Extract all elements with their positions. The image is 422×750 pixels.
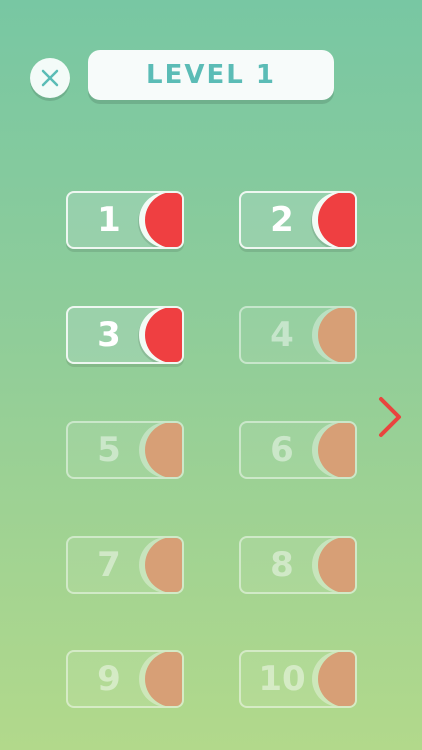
level-number: 4 [270, 315, 294, 355]
level-title-banner: LEVEL 1 [88, 50, 334, 100]
next-page-button[interactable] [375, 395, 405, 439]
level-title: LEVEL 1 [146, 60, 276, 90]
level-button-2[interactable]: 2 [239, 191, 357, 249]
level-status-indicator [145, 423, 182, 477]
level-status-indicator [318, 193, 355, 247]
level-button-5[interactable]: 5 [66, 421, 184, 479]
level-button-6[interactable]: 6 [239, 421, 357, 479]
level-status-indicator [145, 652, 182, 706]
level-button-1[interactable]: 1 [66, 191, 184, 249]
level-button-7[interactable]: 7 [66, 536, 184, 594]
close-button[interactable] [30, 58, 70, 98]
level-button-10[interactable]: 10 [239, 650, 357, 708]
level-number: 2 [270, 200, 294, 240]
level-button-8[interactable]: 8 [239, 536, 357, 594]
level-button-4[interactable]: 4 [239, 306, 357, 364]
close-icon [41, 69, 59, 87]
level-status-indicator [145, 538, 182, 592]
level-number: 10 [258, 659, 306, 699]
level-status-indicator [145, 308, 182, 362]
level-status-indicator [145, 193, 182, 247]
chevron-right-icon [379, 397, 401, 437]
level-number: 3 [97, 315, 121, 355]
level-button-9[interactable]: 9 [66, 650, 184, 708]
level-status-indicator [318, 652, 355, 706]
level-number: 9 [97, 659, 121, 699]
level-status-indicator [318, 423, 355, 477]
level-status-indicator [318, 308, 355, 362]
level-number: 8 [270, 545, 294, 585]
level-number: 7 [97, 545, 121, 585]
level-status-indicator [318, 538, 355, 592]
level-number: 5 [97, 430, 121, 470]
level-button-3[interactable]: 3 [66, 306, 184, 364]
level-number: 1 [97, 200, 121, 240]
level-number: 6 [270, 430, 294, 470]
